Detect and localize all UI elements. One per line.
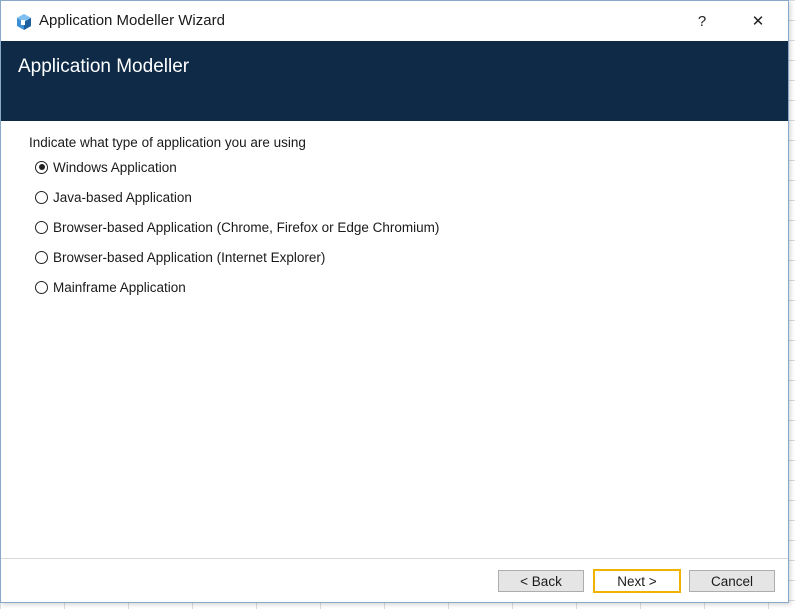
- radio-option-browser-ie[interactable]: Browser-based Application (Internet Expl…: [35, 248, 325, 266]
- radio-button[interactable]: [35, 280, 48, 294]
- radio-option-label: Java-based Application: [53, 189, 192, 205]
- radio-dot: [38, 164, 45, 170]
- radio-option-mainframe[interactable]: Mainframe Application: [35, 278, 186, 296]
- back-button[interactable]: < Back: [498, 570, 584, 592]
- close-button[interactable]: ✕: [735, 1, 781, 41]
- wizard-content: Indicate what type of application you ar…: [1, 121, 788, 558]
- radio-option-label: Mainframe Application: [53, 279, 186, 295]
- radio-option-label: Browser-based Application (Chrome, Firef…: [53, 219, 440, 235]
- next-button[interactable]: Next >: [593, 569, 681, 593]
- cancel-button[interactable]: Cancel: [689, 570, 775, 592]
- cube-icon: [17, 14, 31, 30]
- title-bar: Application Modeller Wizard ? ✕: [1, 1, 788, 41]
- wizard-footer: < Back Next > Cancel: [1, 558, 788, 602]
- close-icon: ✕: [751, 13, 765, 30]
- radio-option-windows[interactable]: Windows Application: [35, 158, 177, 176]
- radio-button[interactable]: [35, 190, 48, 204]
- radio-button-selected[interactable]: [35, 160, 48, 174]
- radio-option-browser-chromium[interactable]: Browser-based Application (Chrome, Firef…: [35, 218, 439, 236]
- help-icon: ?: [697, 12, 707, 30]
- application-type-prompt: Indicate what type of application you ar…: [29, 135, 306, 150]
- radio-option-label: Browser-based Application (Internet Expl…: [53, 249, 326, 265]
- radio-option-label: Windows Application: [53, 159, 177, 175]
- window-title: Application Modeller Wizard: [39, 12, 225, 29]
- radio-button[interactable]: [35, 250, 48, 264]
- wizard-header: Application Modeller: [1, 41, 788, 121]
- help-button[interactable]: ?: [679, 1, 725, 41]
- radio-option-java[interactable]: Java-based Application: [35, 188, 192, 206]
- wizard-header-title: Application Modeller: [18, 56, 190, 77]
- radio-button[interactable]: [35, 220, 48, 234]
- wizard-window: Application Modeller Wizard ? ✕ Applicat…: [0, 0, 789, 603]
